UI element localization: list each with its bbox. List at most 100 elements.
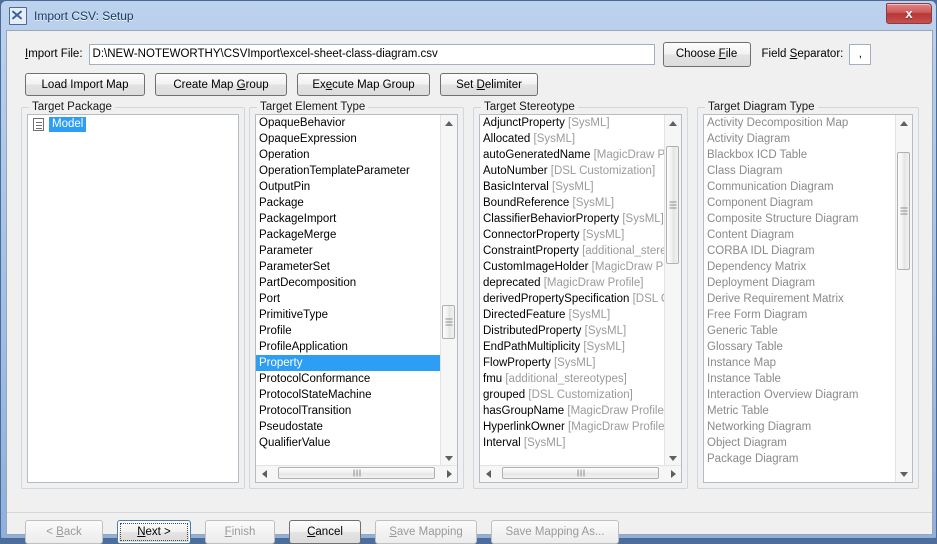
scroll-left-icon[interactable] [480,466,496,481]
scroll-up-icon[interactable] [441,115,457,131]
scroll-right-icon[interactable] [665,466,681,481]
list-item[interactable]: Dependency Matrix [704,259,895,275]
list-item[interactable]: Package Diagram [704,451,895,467]
create-map-group-button[interactable]: Create Map Group [155,73,287,96]
list-item[interactable]: Component Diagram [704,195,895,211]
list-item[interactable]: Operation [256,147,440,163]
target-element-type-vscrollbar[interactable] [440,115,457,466]
list-item[interactable]: OperationTemplateParameter [256,163,440,179]
load-import-map-button[interactable]: Load Import Map [25,73,145,96]
list-item[interactable]: EndPathMultiplicity [SysML] [480,339,664,355]
list-item[interactable]: AutoNumber [DSL Customization] [480,163,664,179]
list-item[interactable]: Allocated [SysML] [480,131,664,147]
scroll-right-icon[interactable] [441,466,457,481]
list-item[interactable]: OpaqueBehavior [256,115,440,131]
set-delimiter-button[interactable]: Set Delimiter [440,73,538,96]
list-item[interactable]: Blackbox ICD Table [704,147,895,163]
next-button[interactable]: Next > [117,520,191,544]
target-diagram-type-vscrollbar[interactable] [895,115,912,482]
vscroll-thumb[interactable] [897,152,910,270]
list-item[interactable]: hasGroupName [MagicDraw Profile] [480,403,664,419]
target-package-listbox[interactable]: Model [27,114,239,483]
list-item[interactable]: CORBA IDL Diagram [704,243,895,259]
list-item[interactable]: Instance Map [704,355,895,371]
list-item[interactable]: Port [256,291,440,307]
list-item[interactable]: BoundReference [SysML] [480,195,664,211]
list-item[interactable]: autoGeneratedName [MagicDraw Profile [480,147,664,163]
scroll-down-icon[interactable] [665,450,681,466]
list-item[interactable]: Networking Diagram [704,419,895,435]
list-item[interactable]: Composite Structure Diagram [704,211,895,227]
list-item[interactable]: deprecated [MagicDraw Profile] [480,275,664,291]
list-item[interactable]: ProtocolTransition [256,403,440,419]
scroll-down-icon[interactable] [441,450,457,466]
hscroll-thumb[interactable] [278,467,435,479]
list-item[interactable]: Parameter [256,243,440,259]
list-item[interactable]: DirectedFeature [SysML] [480,307,664,323]
list-item[interactable]: Object Diagram [704,435,895,451]
target-stereotype-vscrollbar[interactable] [664,115,681,466]
list-item[interactable]: Free Form Diagram [704,307,895,323]
list-item[interactable]: DistributedProperty [SysML] [480,323,664,339]
list-item[interactable]: Package [256,195,440,211]
list-item[interactable]: FlowProperty [SysML] [480,355,664,371]
list-item[interactable]: Interaction Overview Diagram [704,387,895,403]
list-item[interactable]: BasicInterval [SysML] [480,179,664,195]
list-item[interactable]: Activity Diagram [704,131,895,147]
list-item[interactable]: Property [256,355,440,371]
vscroll-thumb[interactable] [666,146,679,264]
scroll-up-icon[interactable] [665,115,681,131]
list-item[interactable]: Metric Table [704,403,895,419]
scroll-up-icon[interactable] [896,115,912,131]
list-item[interactable]: Derive Requirement Matrix [704,291,895,307]
list-item[interactable]: fmu [additional_stereotypes] [480,371,664,387]
list-item[interactable]: ProtocolConformance [256,371,440,387]
list-item[interactable]: OutputPin [256,179,440,195]
target-stereotype-hscrollbar[interactable] [480,465,681,482]
hscroll-thumb[interactable] [502,467,659,479]
import-file-input[interactable]: D:\NEW-NOTEWORTHY\CSVImport\excel-sheet-… [88,43,655,65]
list-item[interactable]: Deployment Diagram [704,275,895,291]
list-item[interactable]: ProfileApplication [256,339,440,355]
list-item[interactable]: Interval [SysML] [480,435,664,451]
cancel-button[interactable]: Cancel [289,520,361,544]
execute-map-group-button[interactable]: Execute Map Group [297,73,430,96]
list-item[interactable]: grouped [DSL Customization] [480,387,664,403]
list-item[interactable]: ConnectorProperty [SysML] [480,227,664,243]
list-item[interactable]: CustomImageHolder [MagicDraw Profile [480,259,664,275]
list-item[interactable]: PartDecomposition [256,275,440,291]
target-stereotype-list[interactable]: AdjunctProperty [SysML] Allocated [SysML]… [480,115,664,466]
target-stereotype-listbox[interactable]: AdjunctProperty [SysML] Allocated [SysML]… [479,114,682,483]
target-diagram-type-list[interactable]: Activity Decomposition Map Activity Diagr… [704,115,895,482]
target-package-tree[interactable]: Model [28,115,238,482]
list-item[interactable]: HyperlinkOwner [MagicDraw Profile] [480,419,664,435]
list-item[interactable]: QualifierValue [256,435,440,451]
list-item[interactable]: PackageImport [256,211,440,227]
list-item[interactable]: Glossary Table [704,339,895,355]
list-item[interactable]: Content Diagram [704,227,895,243]
list-item[interactable]: Generic Table [704,323,895,339]
list-item[interactable]: ProtocolStateMachine [256,387,440,403]
scroll-left-icon[interactable] [256,466,272,481]
list-item[interactable]: ConstraintProperty [additional_stereot [480,243,664,259]
vscroll-thumb[interactable] [442,305,455,339]
target-element-type-listbox[interactable]: OpaqueBehavior OpaqueExpression Operation O… [255,114,458,483]
list-item[interactable]: Class Diagram [704,163,895,179]
list-item[interactable]: ParameterSet [256,259,440,275]
list-item[interactable]: OpaqueExpression [256,131,440,147]
list-item[interactable]: Pseudostate [256,419,440,435]
close-button[interactable]: x [886,3,932,24]
list-item[interactable]: Communication Diagram [704,179,895,195]
tree-item[interactable]: Model [28,115,238,133]
list-item[interactable]: AdjunctProperty [SysML] [480,115,664,131]
list-item[interactable]: Profile [256,323,440,339]
list-item[interactable]: Activity Decomposition Map [704,115,895,131]
list-item[interactable]: PackageMerge [256,227,440,243]
target-element-type-list[interactable]: OpaqueBehavior OpaqueExpression Operation O… [256,115,440,466]
list-item[interactable]: Instance Table [704,371,895,387]
list-item[interactable]: ClassifierBehaviorProperty [SysML] [480,211,664,227]
list-item[interactable]: derivedPropertySpecification [DSL Cust [480,291,664,307]
list-item[interactable]: PrimitiveType [256,307,440,323]
target-diagram-type-listbox[interactable]: Activity Decomposition Map Activity Diagr… [703,114,913,483]
field-separator-input[interactable]: , [849,43,872,65]
